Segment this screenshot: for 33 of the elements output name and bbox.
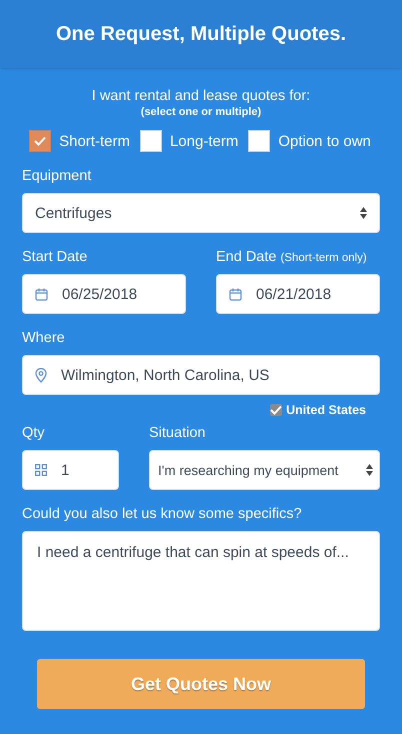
checkbox[interactable] xyxy=(140,130,162,152)
select-arrows-icon xyxy=(360,207,367,219)
field-label: Could you also let us know some specifics? xyxy=(22,506,303,522)
field-note: (Short-term only) xyxy=(280,252,367,264)
check-icon xyxy=(34,136,46,146)
calendar-icon xyxy=(229,288,242,300)
quantity-field[interactable]: 1 xyxy=(22,450,120,490)
equipment-select[interactable]: Centrifuges xyxy=(22,193,380,233)
field-label: Situation xyxy=(149,425,206,441)
situation-select[interactable]: I'm researching my equipment xyxy=(149,450,380,490)
checkbox[interactable] xyxy=(248,130,270,152)
intro-hint: (select one or multiple) xyxy=(140,106,262,118)
form-title: One Request, Multiple Quotes. xyxy=(56,22,346,46)
start-date-field[interactable]: 06/25/2018 xyxy=(22,274,186,314)
field-label: Equipment xyxy=(22,168,92,184)
checkbox-label: Option to own xyxy=(278,132,371,150)
checkbox[interactable] xyxy=(29,130,52,152)
end-date-field[interactable]: 06/21/2018 xyxy=(216,274,380,314)
select-arrows-icon xyxy=(366,464,373,476)
grid-icon xyxy=(35,464,47,476)
check-icon xyxy=(270,405,282,415)
calendar-icon xyxy=(35,288,48,300)
location-field[interactable]: Wilmington, North Carolina, US xyxy=(22,355,380,395)
specifics-textarea[interactable]: I need a centrifuge that can spin at speeds of... xyxy=(22,531,380,631)
field-label: Where xyxy=(22,330,66,346)
field-label: Start Date xyxy=(22,249,88,265)
intro-heading: I want rental and lease quotes for: xyxy=(92,88,310,104)
checkbox-label: Long-term xyxy=(170,132,238,150)
field-label: Qty xyxy=(22,425,46,441)
checkbox-label: Short-term xyxy=(59,132,130,150)
location-pin-icon xyxy=(35,368,47,382)
checkbox-label: United States xyxy=(286,403,366,417)
field-label: End Date xyxy=(216,249,276,265)
